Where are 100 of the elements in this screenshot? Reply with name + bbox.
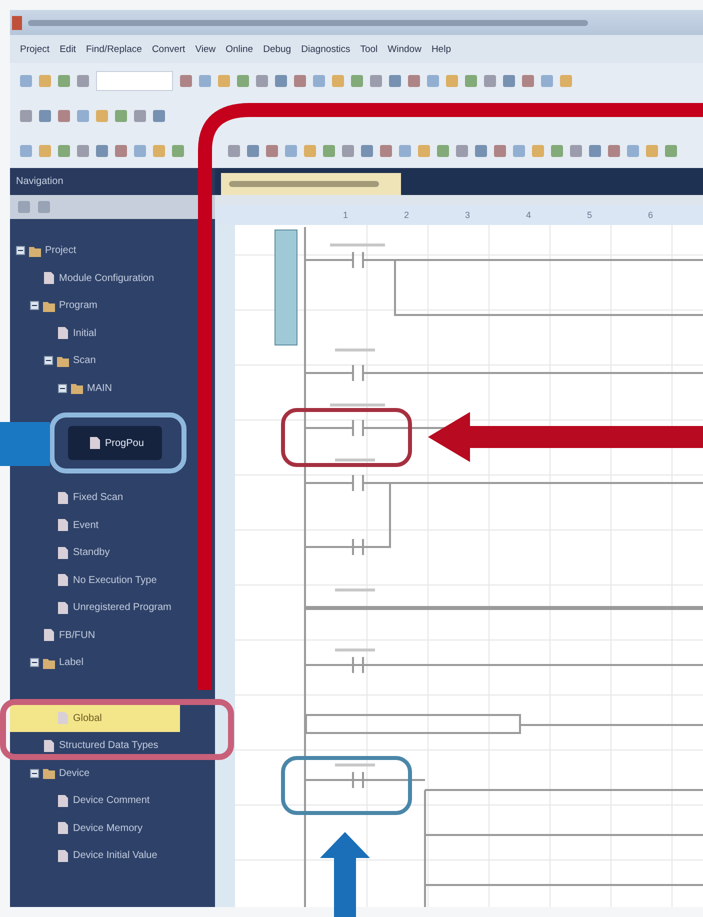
toolbar-icon[interactable]: [172, 144, 184, 156]
menu-item[interactable]: Project: [16, 42, 54, 56]
tree-item[interactable]: Module Configuration: [10, 264, 162, 292]
tree-item[interactable]: Structured Data Types: [10, 732, 166, 760]
toolbar-icon[interactable]: [39, 110, 51, 122]
collapse-icon[interactable]: [30, 768, 39, 778]
collapse-icon[interactable]: [58, 384, 67, 393]
toolbar-icon[interactable]: [96, 110, 108, 122]
toolbar-icon[interactable]: [503, 74, 515, 86]
editor-tab[interactable]: [221, 173, 401, 195]
toolbar-icon[interactable]: [437, 144, 449, 156]
toolbar-icon[interactable]: [522, 74, 534, 86]
toolbar-icon[interactable]: [58, 110, 70, 122]
tree-item[interactable]: Unregistered Program: [10, 594, 180, 622]
toolbar-icon[interactable]: [370, 74, 382, 86]
tree-item[interactable]: Program: [10, 292, 106, 320]
toolbar-icon[interactable]: [570, 144, 582, 156]
toolbar-icon[interactable]: [665, 144, 677, 156]
menu-item[interactable]: Debug: [259, 42, 296, 56]
toolbar-icon[interactable]: [218, 74, 230, 86]
toolbar-icon[interactable]: [58, 144, 70, 156]
toolbar-field[interactable]: [96, 70, 173, 90]
toolbar-icon[interactable]: [323, 144, 335, 156]
toolbar-icon[interactable]: [532, 144, 544, 156]
tree-item[interactable]: Device Initial Value: [10, 842, 166, 870]
toolbar-icon[interactable]: [541, 74, 553, 86]
toolbar-icon[interactable]: [134, 110, 146, 122]
toolbar-icon[interactable]: [351, 74, 363, 86]
menu-item[interactable]: Tool: [356, 42, 382, 56]
menu-item[interactable]: Window: [384, 42, 426, 56]
toolbar-icon[interactable]: [39, 74, 51, 86]
toolbar-icon[interactable]: [475, 144, 487, 156]
menu-item[interactable]: Edit: [56, 42, 80, 56]
tree-item[interactable]: Fixed Scan: [10, 484, 132, 512]
toolbar-icon[interactable]: [20, 144, 32, 156]
toolbar-icon[interactable]: [266, 144, 278, 156]
tree-item[interactable]: Scan: [10, 347, 104, 374]
collapse-icon[interactable]: [30, 301, 39, 310]
toolbar-icon[interactable]: [153, 144, 165, 156]
toolbar-icon[interactable]: [20, 74, 32, 86]
tree-item[interactable]: Label: [10, 649, 92, 676]
toolbar-icon[interactable]: [551, 144, 563, 156]
toolbar-icon[interactable]: [380, 144, 392, 156]
tree-item[interactable]: No Execution Type: [10, 566, 165, 594]
tree-item[interactable]: Global: [10, 704, 180, 732]
toolbar-icon[interactable]: [77, 144, 89, 156]
toolbar-icon[interactable]: [58, 74, 70, 86]
tree-item[interactable]: MAIN: [10, 374, 120, 402]
toolbar-icon[interactable]: [294, 74, 306, 86]
toolbar-icon[interactable]: [484, 74, 496, 86]
toolbar-icon[interactable]: [134, 144, 146, 156]
toolbar-icon[interactable]: [332, 74, 344, 86]
toolbar-icon[interactable]: [313, 74, 325, 86]
toolbar-icon[interactable]: [494, 144, 506, 156]
tree-item[interactable]: Event: [10, 512, 107, 539]
toolbar-icon[interactable]: [237, 74, 249, 86]
toolbar-icon[interactable]: [153, 110, 165, 122]
toolbar-icon[interactable]: [77, 110, 89, 122]
toolbar-icon[interactable]: [408, 74, 420, 86]
toolbar-icon[interactable]: [275, 74, 287, 86]
tree-item[interactable]: Project: [10, 237, 84, 264]
menu-item[interactable]: View: [191, 42, 220, 56]
toolbar-icon[interactable]: [465, 74, 477, 86]
toolbar-icon[interactable]: [96, 144, 108, 156]
toolbar-icon[interactable]: [304, 144, 316, 156]
toolbar-icon[interactable]: [18, 201, 30, 213]
menu-item[interactable]: Diagnostics: [297, 42, 354, 56]
toolbar-icon[interactable]: [399, 144, 411, 156]
toolbar-icon[interactable]: [180, 74, 192, 86]
collapse-icon[interactable]: [44, 356, 53, 366]
menu-item[interactable]: Convert: [148, 42, 190, 56]
menu-item[interactable]: Find/Replace: [82, 42, 146, 56]
toolbar-icon[interactable]: [589, 144, 601, 156]
toolbar-icon[interactable]: [20, 110, 32, 122]
toolbar-icon[interactable]: [427, 74, 439, 86]
toolbar-icon[interactable]: [456, 144, 468, 156]
toolbar-icon[interactable]: [39, 144, 51, 156]
tree-item[interactable]: Device Comment: [10, 787, 158, 814]
toolbar-icon[interactable]: [446, 74, 458, 86]
toolbar-icon[interactable]: [77, 74, 89, 86]
menu-item[interactable]: Help: [427, 42, 455, 56]
toolbar-icon[interactable]: [513, 144, 525, 156]
toolbar-icon[interactable]: [342, 144, 354, 156]
tree-item[interactable]: Initial: [10, 320, 104, 347]
toolbar-icon[interactable]: [389, 74, 401, 86]
toolbar-icon[interactable]: [361, 144, 373, 156]
toolbar-icon[interactable]: [115, 144, 127, 156]
toolbar-icon[interactable]: [627, 144, 639, 156]
tree-item[interactable]: Device: [10, 760, 98, 787]
collapse-icon[interactable]: [16, 246, 25, 256]
tree-item[interactable]: Standby: [10, 539, 118, 566]
toolbar-icon[interactable]: [247, 144, 259, 156]
menu-item[interactable]: Online: [222, 42, 258, 56]
toolbar-icon[interactable]: [228, 144, 240, 156]
toolbar-icon[interactable]: [560, 74, 572, 86]
toolbar-icon[interactable]: [285, 144, 297, 156]
collapse-icon[interactable]: [30, 658, 39, 668]
toolbar-icon[interactable]: [608, 144, 620, 156]
toolbar-icon[interactable]: [38, 201, 50, 213]
tree-item[interactable]: ProgPou: [68, 426, 162, 460]
